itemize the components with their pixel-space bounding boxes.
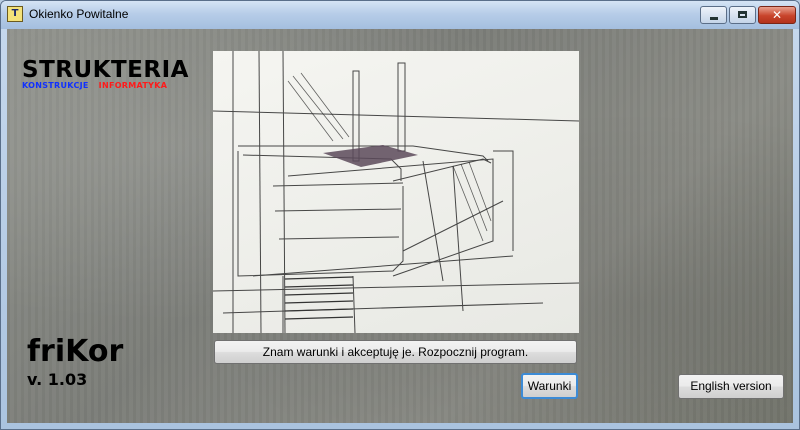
english-version-button[interactable]: English version: [678, 374, 784, 399]
product-name: friKor: [27, 334, 124, 369]
maximize-icon: [738, 11, 747, 18]
strukteria-logo: STRUKTERIA KONSTRUKCJE INFORMATYKA: [22, 58, 189, 90]
sketch-drawing: [213, 51, 579, 333]
minimize-icon: [710, 17, 718, 20]
sketch-image: [213, 51, 579, 333]
close-button[interactable]: ✕: [758, 6, 796, 24]
terms-button[interactable]: Warunki: [521, 373, 578, 399]
app-icon[interactable]: T: [7, 6, 23, 22]
logo-subtitle: KONSTRUKCJE INFORMATYKA: [22, 81, 189, 90]
title-bar[interactable]: T Okienko Powitalne ✕: [1, 1, 799, 29]
window-content: STRUKTERIA KONSTRUKCJE INFORMATYKA friKo…: [7, 29, 793, 423]
maximize-button[interactable]: [729, 6, 756, 24]
logo-title: STRUKTERIA: [22, 57, 189, 83]
welcome-window: T Okienko Powitalne ✕ STRUKTERIA KONSTRU…: [0, 0, 800, 430]
close-icon: ✕: [771, 8, 783, 22]
minimize-button[interactable]: [700, 6, 727, 24]
window-title: Okienko Powitalne: [29, 7, 129, 21]
accept-and-start-button[interactable]: Znam warunki i akceptuję je. Rozpocznij …: [214, 340, 577, 364]
logo-subtitle-left: KONSTRUKCJE: [22, 81, 89, 90]
product-version: v. 1.03: [27, 370, 88, 389]
logo-subtitle-right: INFORMATYKA: [98, 81, 168, 90]
